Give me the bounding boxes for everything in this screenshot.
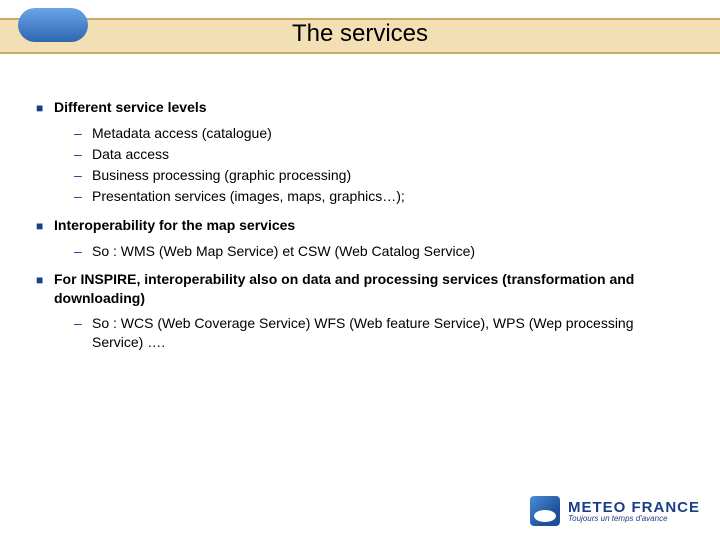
square-bullet-icon: ■ [36,216,54,236]
section-heading: ■ For INSPIRE, interoperability also on … [36,270,684,308]
dash-icon: – [74,242,92,261]
list-item: –Business processing (graphic processing… [74,166,684,185]
slide-title: The services [0,20,720,48]
list-item-text: Business processing (graphic processing) [92,166,351,185]
dash-icon: – [74,124,92,143]
list-item: –Presentation services (images, maps, gr… [74,187,684,206]
section-heading: ■ Different service levels [36,98,684,118]
list-item-text: So : WCS (Web Coverage Service) WFS (Web… [92,314,684,352]
list-item: –Data access [74,145,684,164]
slide: The services ■ Different service levels … [0,0,720,540]
dash-icon: – [74,166,92,185]
dash-icon: – [74,187,92,206]
meteo-france-logo-icon [530,496,560,526]
dash-icon: – [74,314,92,352]
logo-tagline: Toujours un temps d'avance [568,515,700,523]
section-heading-text: Interoperability for the map services [54,216,295,236]
list-item-text: So : WMS (Web Map Service) et CSW (Web C… [92,242,475,261]
square-bullet-icon: ■ [36,98,54,118]
section-heading-text: Different service levels [54,98,207,118]
section-heading: ■ Interoperability for the map services [36,216,684,236]
list-item-text: Data access [92,145,169,164]
square-bullet-icon: ■ [36,270,54,308]
section-heading-text: For INSPIRE, interoperability also on da… [54,270,684,308]
list-item: –So : WCS (Web Coverage Service) WFS (We… [74,314,684,352]
slide-body: ■ Different service levels –Metadata acc… [0,60,720,352]
list-item: –Metadata access (catalogue) [74,124,684,143]
footer-logo: METEO FRANCE Toujours un temps d'avance [530,496,700,526]
title-bar: The services [0,0,720,60]
logo-text: METEO FRANCE Toujours un temps d'avance [568,500,700,523]
list-item-text: Presentation services (images, maps, gra… [92,187,405,206]
dash-icon: – [74,145,92,164]
logo-name: METEO FRANCE [568,500,700,515]
list-item-text: Metadata access (catalogue) [92,124,272,143]
list-item: –So : WMS (Web Map Service) et CSW (Web … [74,242,684,261]
